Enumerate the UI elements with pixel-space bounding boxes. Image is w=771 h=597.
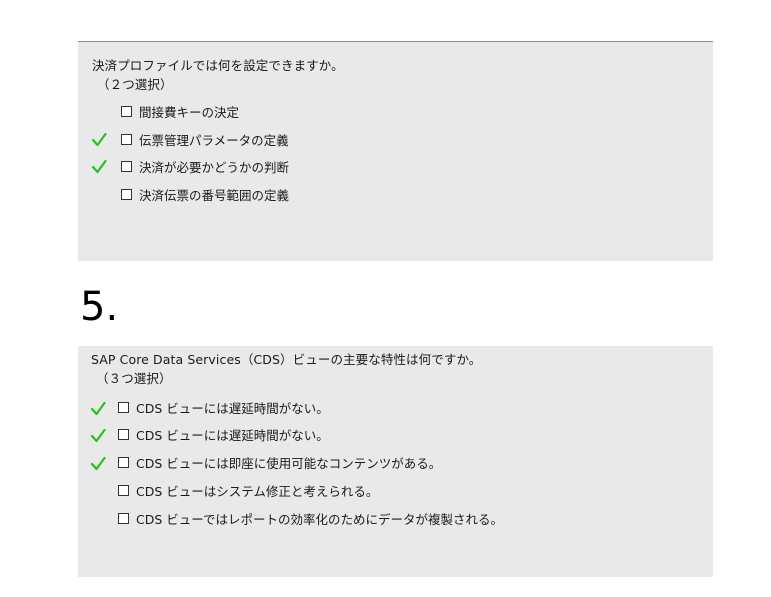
checkbox-icon[interactable] — [121, 133, 132, 145]
question-card-2: SAP Core Data Services（CDS）ビューの主要な特性は何です… — [78, 346, 713, 577]
answer-label: CDS ビューには即座に使用可能なコンテンツがある。 — [136, 455, 442, 471]
check-icon — [91, 159, 107, 174]
checkbox-icon[interactable] — [118, 456, 129, 468]
checkbox-icon[interactable] — [118, 401, 129, 413]
page: 決済プロファイルでは何を設定できますか。 （２つ選択） 間接費キーの決定 伝票管… — [0, 0, 771, 597]
checkbox-icon[interactable] — [121, 188, 132, 200]
answer-label: CDS ビューではレポートの効率化のためにデータが複製される。 — [136, 511, 504, 527]
answer-option[interactable]: CDS ビューはシステム修正と考えられる。 — [118, 480, 378, 500]
check-icon — [91, 132, 107, 147]
check-icon — [90, 456, 106, 471]
check-icon — [90, 401, 106, 416]
answer-option[interactable]: 決済伝票の番号範囲の定義 — [121, 184, 289, 204]
answer-label: CDS ビューには遅延時間がない。 — [136, 400, 329, 416]
question-prompt: SAP Core Data Services（CDS）ビューの主要な特性は何です… — [91, 352, 482, 367]
checkbox-icon[interactable] — [121, 105, 132, 117]
answer-label: 決済伝票の番号範囲の定義 — [139, 187, 290, 203]
answer-label: 間接費キーの決定 — [139, 104, 240, 120]
question-hint: （２つ選択） — [97, 77, 173, 92]
answer-label: CDS ビューはシステム修正と考えられる。 — [136, 483, 379, 499]
checkbox-icon[interactable] — [118, 512, 129, 524]
checkbox-icon[interactable] — [118, 428, 129, 440]
checkbox-icon[interactable] — [118, 484, 129, 496]
check-icon — [90, 428, 106, 443]
answer-option[interactable]: CDS ビューには遅延時間がない。 — [118, 397, 329, 417]
answer-option[interactable]: 伝票管理パラメータの定義 — [121, 129, 289, 149]
checkbox-icon[interactable] — [121, 160, 132, 172]
question-text: 決済プロファイルでは何を設定できますか。 （２つ選択） — [92, 56, 344, 94]
answer-option[interactable]: 決済が必要かどうかの判断 — [121, 156, 289, 176]
question-number: 5. — [80, 284, 119, 330]
question-hint: （３つ選択） — [96, 371, 172, 386]
question-prompt: 決済プロファイルでは何を設定できますか。 — [92, 58, 344, 73]
answer-option[interactable]: 間接費キーの決定 — [121, 101, 239, 121]
answer-label: CDS ビューには遅延時間がない。 — [136, 427, 329, 443]
answer-option[interactable]: CDS ビューには即座に使用可能なコンテンツがある。 — [118, 452, 441, 472]
question-card-1: 決済プロファイルでは何を設定できますか。 （２つ選択） 間接費キーの決定 伝票管… — [78, 41, 713, 261]
answer-label: 伝票管理パラメータの定義 — [139, 132, 289, 148]
answer-option[interactable]: CDS ビューではレポートの効率化のためにデータが複製される。 — [118, 508, 503, 528]
answer-label: 決済が必要かどうかの判断 — [139, 159, 290, 175]
answer-option[interactable]: CDS ビューには遅延時間がない。 — [118, 424, 329, 444]
question-text: SAP Core Data Services（CDS）ビューの主要な特性は何です… — [91, 350, 481, 388]
